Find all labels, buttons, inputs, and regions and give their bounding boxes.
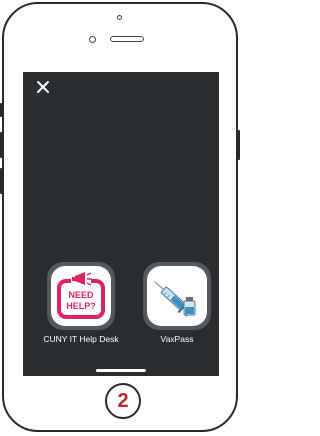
mute-switch — [0, 103, 3, 117]
app-icon-frame — [143, 262, 211, 330]
proximity-sensor — [117, 15, 122, 20]
app-label: CUNY IT Help Desk — [43, 334, 119, 344]
home-indicator[interactable] — [96, 369, 146, 372]
need-help-text: NEED — [68, 290, 94, 300]
app-vaxpass[interactable]: VaxPass — [140, 262, 214, 344]
app-cuny-it-help-desk[interactable]: NEED HELP? CUNY IT Help Desk — [39, 262, 123, 344]
close-icon — [37, 81, 49, 93]
volume-up-button — [0, 132, 3, 158]
app-icon-background — [147, 266, 207, 326]
app-label: VaxPass — [160, 334, 194, 344]
step-number: 2 — [117, 390, 129, 412]
front-camera — [89, 36, 96, 43]
volume-down-button — [0, 168, 3, 194]
app-icon-frame: NEED HELP? — [47, 262, 115, 330]
close-button[interactable] — [35, 79, 51, 95]
power-button — [237, 130, 240, 160]
need-help-text-2: HELP? — [66, 301, 96, 311]
earpiece-speaker — [110, 36, 144, 42]
app-icon-background: NEED HELP? — [51, 266, 111, 326]
phone-mockup: NEED HELP? CUNY IT Help Desk VaxPass 2 — [0, 0, 244, 436]
vaccine-syringe-icon — [154, 281, 196, 317]
megaphone-need-help-icon: NEED HELP? — [57, 272, 105, 319]
home-button[interactable]: 2 — [105, 383, 141, 419]
phone-screen: NEED HELP? CUNY IT Help Desk VaxPass — [23, 72, 219, 376]
